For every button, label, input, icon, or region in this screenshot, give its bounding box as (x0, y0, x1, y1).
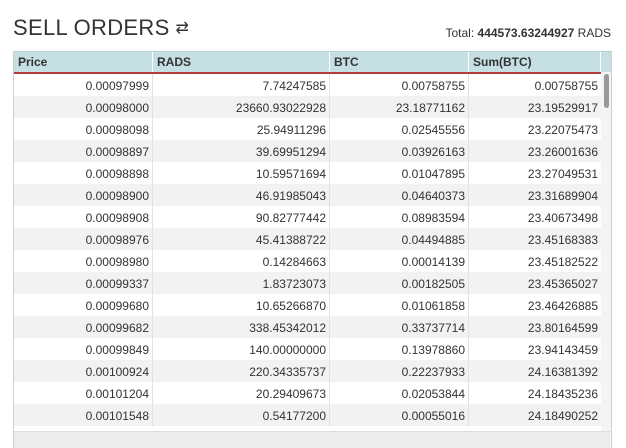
cell-sum-btc: 0.00758755 (534, 79, 598, 93)
cell-sum-btc: 23.45182522 (527, 255, 598, 269)
table-row[interactable]: 0.00101204 20.29409673 0.02053844 24.184352… (14, 382, 601, 404)
cell-btc: 0.00055016 (330, 404, 469, 426)
title-text: SELL ORDERS (13, 15, 170, 40)
cell-rads: 23660.93022928 (153, 96, 330, 118)
cell-price: 0.00098900 (14, 184, 153, 206)
table-row[interactable]: 0.00098897 39.69951294 0.03926163 23.260016… (14, 140, 601, 162)
table-body: 0.00097999 7.74247585 0.00758755 0.00758755… (14, 74, 601, 426)
cell-sum-btc: 24.16381392 (527, 365, 598, 379)
cell-btc: 0.08983594 (330, 206, 469, 228)
table-row[interactable]: 0.00098900 46.91985043 0.04640373 23.316899… (14, 184, 601, 206)
cell-sum-btc: 23.94143459 (527, 343, 598, 357)
cell-btc: 23.18771162 (330, 96, 469, 118)
cell-btc: 0.33737714 (330, 316, 469, 338)
cell-price: 0.00099682 (14, 316, 153, 338)
cell-sum-btc: 23.27049531 (527, 167, 598, 181)
cell-sum-btc: 24.18490252 (527, 409, 598, 423)
cell-btc: 0.03926163 (330, 140, 469, 162)
scrollbar-thumb[interactable] (604, 74, 609, 108)
cell-rads: 10.59571694 (153, 162, 330, 184)
cell-rads: 25.94911296 (153, 118, 330, 140)
cell-rads: 20.29409673 (153, 382, 330, 404)
table-row[interactable]: 0.00100924 220.34335737 0.22237933 24.16381… (14, 360, 601, 382)
column-header-btc[interactable]: BTC (330, 52, 469, 72)
cell-price: 0.00099680 (14, 294, 153, 316)
cell-btc: 0.01061858 (330, 294, 469, 316)
cell-price: 0.00098000 (14, 96, 153, 118)
vertical-scrollbar[interactable] (601, 72, 611, 448)
swap-icon[interactable]: ⇄ (176, 18, 190, 38)
cell-rads: 7.74247585 (153, 74, 330, 96)
cell-sum-btc: 23.45365027 (527, 277, 598, 291)
table-row[interactable]: 0.00098976 45.41388722 0.04494885 23.451683… (14, 228, 601, 250)
cell-sum-btc: 24.18435236 (527, 387, 598, 401)
cell-btc: 0.02053844 (330, 382, 469, 404)
table-row[interactable]: 0.00097999 7.74247585 0.00758755 0.00758755 (14, 74, 601, 96)
column-header-price[interactable]: Price (14, 52, 153, 72)
cell-rads: 220.34335737 (153, 360, 330, 382)
cell-rads: 46.91985043 (153, 184, 330, 206)
cell-price: 0.00099849 (14, 338, 153, 360)
table-header: Price RADS BTC Sum(BTC) (14, 51, 611, 74)
cell-btc: 0.04494885 (330, 228, 469, 250)
cell-sum-btc: 23.46426885 (527, 299, 598, 313)
table-row[interactable]: 0.00099337 1.83723073 0.00182505 23.4536502… (14, 272, 601, 294)
cell-price: 0.00098098 (14, 118, 153, 140)
table-row[interactable]: 0.00098908 90.82777442 0.08983594 23.406734… (14, 206, 601, 228)
cell-rads: 140.00000000 (153, 338, 330, 360)
cell-btc: 0.04640373 (330, 184, 469, 206)
table-row[interactable]: 0.00099680 10.65266870 0.01061858 23.464268… (14, 294, 601, 316)
cell-price: 0.00098908 (14, 206, 153, 228)
cell-btc: 0.00182505 (330, 272, 469, 294)
cell-sum-btc: 23.19529917 (527, 101, 598, 115)
table-row[interactable]: 0.00098980 0.14284663 0.00014139 23.4518252… (14, 250, 601, 272)
cell-price: 0.00101548 (14, 404, 153, 426)
sell-orders-panel: SELL ORDERS ⇄ Total: 444573.63244927 RADS… (0, 0, 626, 448)
cell-price: 0.00098976 (14, 228, 153, 250)
panel-header: SELL ORDERS ⇄ Total: 444573.63244927 RADS (13, 15, 611, 47)
orders-table: Price RADS BTC Sum(BTC) 0.00097999 7.7424… (13, 51, 612, 448)
cell-btc: 0.00014139 (330, 250, 469, 272)
cell-sum-btc: 23.22075473 (527, 123, 598, 137)
cell-price: 0.00098898 (14, 162, 153, 184)
column-header-sum-btc[interactable]: Sum(BTC) (469, 52, 601, 72)
cell-price: 0.00099337 (14, 272, 153, 294)
cell-rads: 45.41388722 (153, 228, 330, 250)
column-header-rads[interactable]: RADS (153, 52, 330, 72)
cell-rads: 39.69951294 (153, 140, 330, 162)
table-row[interactable]: 0.00101548 0.54177200 0.00055016 24.1849025… (14, 404, 601, 426)
page-title: SELL ORDERS ⇄ (13, 15, 189, 41)
cell-rads: 0.14284663 (153, 250, 330, 272)
table-row[interactable]: 0.00098898 10.59571694 0.01047895 23.270495… (14, 162, 601, 184)
cell-btc: 0.13978860 (330, 338, 469, 360)
table-row[interactable]: 0.00099849 140.00000000 0.13978860 23.94143… (14, 338, 601, 360)
cell-sum-btc: 23.26001636 (527, 145, 598, 159)
cell-sum-btc: 23.80164599 (527, 321, 598, 335)
table-row[interactable]: 0.00098000 23660.93022928 23.18771162 23.19… (14, 96, 601, 118)
cell-price: 0.00097999 (14, 74, 153, 96)
cell-sum-btc: 23.45168383 (527, 233, 598, 247)
cell-sum-btc: 23.40673498 (527, 211, 598, 225)
cell-btc: 0.00758755 (330, 74, 469, 96)
horizontal-scrollbar[interactable] (14, 431, 610, 448)
total-value: 444573.63244927 (477, 26, 575, 40)
table-row[interactable]: 0.00099682 338.45342012 0.33737714 23.80164… (14, 316, 601, 338)
cell-rads: 338.45342012 (153, 316, 330, 338)
cell-price: 0.00098897 (14, 140, 153, 162)
cell-btc: 0.22237933 (330, 360, 469, 382)
cell-btc: 0.01047895 (330, 162, 469, 184)
cell-price: 0.00101204 (14, 382, 153, 404)
total-label: Total: (445, 26, 475, 40)
cell-btc: 0.02545556 (330, 118, 469, 140)
cell-sum-btc: 23.31689904 (527, 189, 598, 203)
total-unit: RADS (577, 26, 611, 40)
cell-rads: 10.65266870 (153, 294, 330, 316)
cell-price: 0.00098980 (14, 250, 153, 272)
table-row[interactable]: 0.00098098 25.94911296 0.02545556 23.220754… (14, 118, 601, 140)
cell-rads: 1.83723073 (153, 272, 330, 294)
cell-rads: 90.82777442 (153, 206, 330, 228)
cell-price: 0.00100924 (14, 360, 153, 382)
cell-rads: 0.54177200 (153, 404, 330, 426)
total-summary: Total: 444573.63244927 RADS (446, 26, 612, 40)
